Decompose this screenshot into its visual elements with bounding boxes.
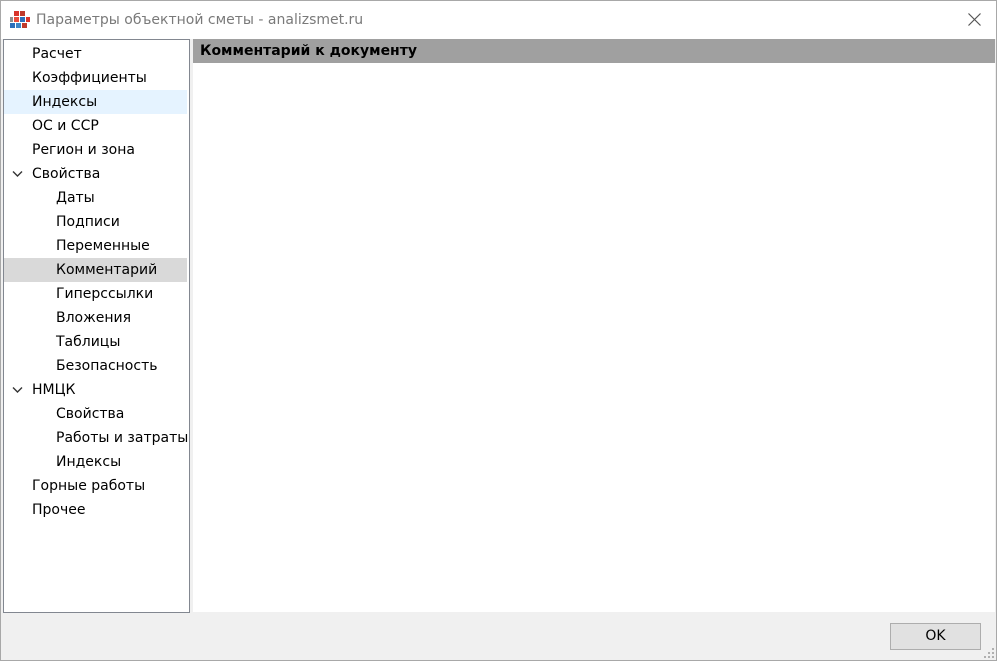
tree-item-label: ОС и ССР bbox=[32, 118, 99, 134]
tree-item[interactable]: Индексы bbox=[4, 450, 187, 474]
tree-item[interactable]: Коэффициенты bbox=[4, 66, 187, 90]
tree-item[interactable]: Таблицы bbox=[4, 330, 187, 354]
tree-item[interactable]: Расчет bbox=[4, 42, 187, 66]
chevron-down-icon[interactable] bbox=[12, 385, 23, 395]
tree-item[interactable]: НМЦК bbox=[4, 378, 187, 402]
content-header: Комментарий к документу bbox=[193, 39, 995, 63]
tree-item[interactable]: Регион и зона bbox=[4, 138, 187, 162]
tree-item-label: Комментарий bbox=[56, 262, 158, 278]
app-grid-icon bbox=[10, 11, 30, 29]
ok-button[interactable]: OK bbox=[890, 623, 981, 650]
tree-item-label: Безопасность bbox=[56, 358, 158, 374]
tree-item-label: Свойства bbox=[56, 406, 125, 422]
tree-item[interactable]: Безопасность bbox=[4, 354, 187, 378]
tree-item-label: Свойства bbox=[32, 166, 101, 182]
close-icon bbox=[968, 13, 981, 26]
dialog-window: Параметры объектной сметы - analizsmet.r… bbox=[0, 0, 997, 661]
tree-item-label: Подписи bbox=[56, 214, 120, 230]
tree-item-label: Работы и затраты bbox=[56, 430, 189, 446]
resize-grip-icon[interactable] bbox=[983, 647, 995, 659]
tree-item-label: Индексы bbox=[56, 454, 122, 470]
tree-item[interactable]: Вложения bbox=[4, 306, 187, 330]
tree-item-label: Переменные bbox=[56, 238, 150, 254]
tree-item[interactable]: Свойства bbox=[4, 162, 187, 186]
tree-item-label: Гиперссылки bbox=[56, 286, 154, 302]
close-button[interactable] bbox=[951, 1, 997, 39]
title-bar[interactable]: Параметры объектной сметы - analizsmet.r… bbox=[1, 1, 996, 39]
tree-item[interactable]: Свойства bbox=[4, 402, 187, 426]
tree-item[interactable]: Работы и затраты bbox=[4, 426, 189, 450]
tree-item-label: Горные работы bbox=[32, 478, 146, 494]
tree-item-label: Индексы bbox=[32, 94, 98, 110]
tree-item[interactable]: Даты bbox=[4, 186, 187, 210]
tree-item[interactable]: ОС и ССР bbox=[4, 114, 187, 138]
tree-item-label: Регион и зона bbox=[32, 142, 135, 158]
tree-item-label: Таблицы bbox=[56, 334, 121, 350]
tree-item[interactable]: Индексы bbox=[4, 90, 187, 114]
settings-tree[interactable]: Расчет Коэффициенты Индексы ОС и ССР Регион … bbox=[3, 39, 190, 613]
tree-item-label: Даты bbox=[56, 190, 95, 206]
window-title: Параметры объектной сметы - analizsmet.r… bbox=[36, 12, 364, 28]
tree-item-label: Расчет bbox=[32, 46, 82, 62]
chevron-down-icon[interactable] bbox=[12, 169, 23, 179]
content-header-title: Комментарий к документу bbox=[200, 43, 417, 59]
tree-item[interactable]: Комментарий bbox=[4, 258, 187, 282]
tree-item-label: Прочее bbox=[32, 502, 86, 518]
tree-item[interactable]: Гиперссылки bbox=[4, 282, 187, 306]
tree-item[interactable]: Прочее bbox=[4, 498, 187, 522]
tree-item-label: Вложения bbox=[56, 310, 132, 326]
tree-item-label: Коэффициенты bbox=[32, 70, 147, 86]
tree-item[interactable]: Переменные bbox=[4, 234, 187, 258]
tree-item[interactable]: Горные работы bbox=[4, 474, 187, 498]
content-panel: Комментарий к документу bbox=[193, 39, 995, 612]
tree-item-label: НМЦК bbox=[32, 382, 76, 398]
tree-item[interactable]: Подписи bbox=[4, 210, 187, 234]
